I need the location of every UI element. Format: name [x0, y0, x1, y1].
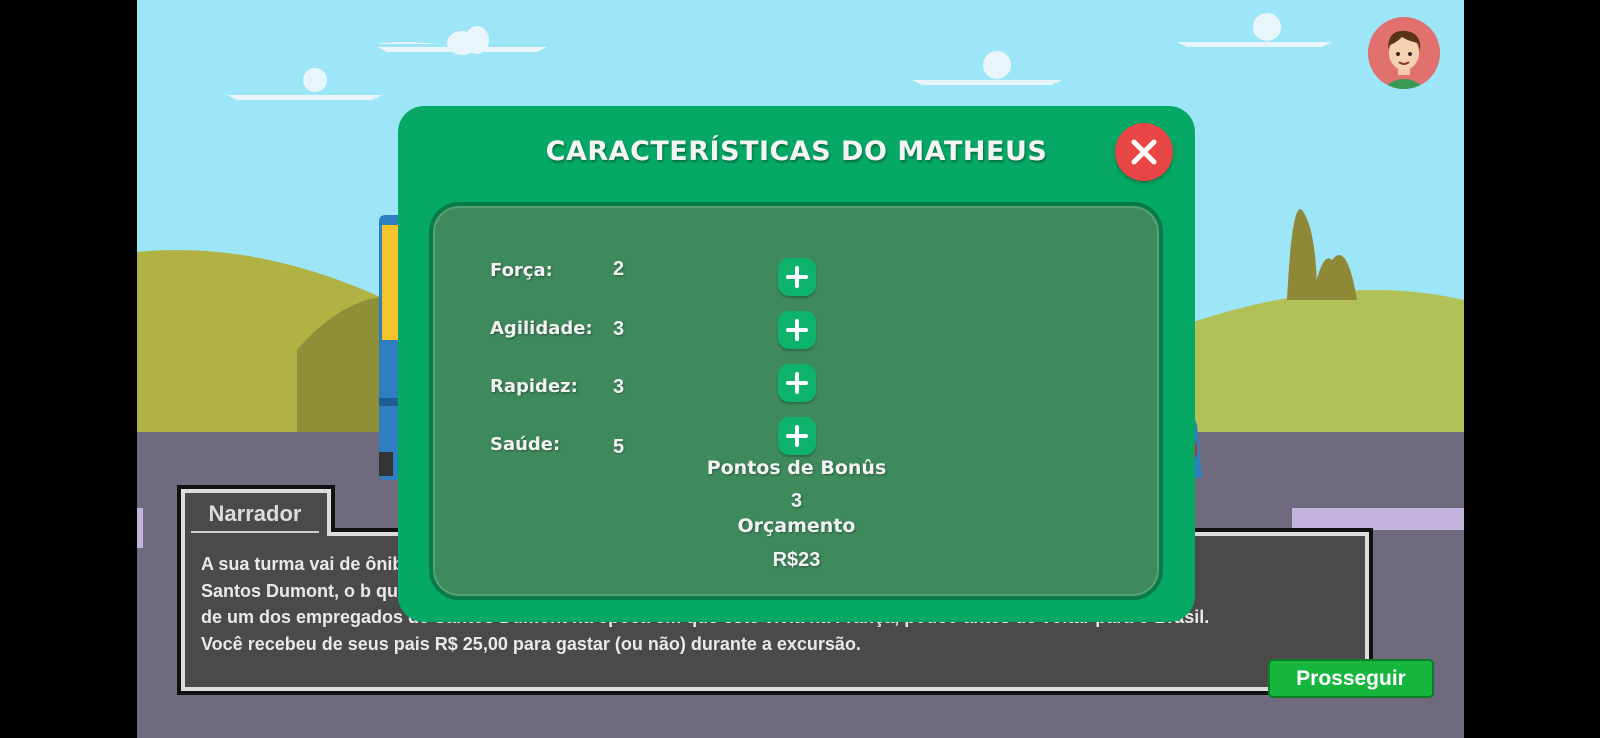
bush	[1287, 209, 1317, 300]
add-rapidez-button[interactable]	[778, 364, 816, 402]
narration-line: Você recebeu de seus pais R$ 25,00 para …	[201, 633, 861, 654]
letterbox-left	[0, 0, 137, 738]
bus-wheel	[379, 452, 393, 476]
stat-label-rapidez: Rapidez:	[490, 376, 578, 397]
right-hill	[1170, 290, 1464, 432]
modal-title: CARACTERÍSTICAS DO MATHEUS	[545, 136, 1048, 167]
plus-icon	[786, 372, 808, 394]
boy-avatar-icon	[1368, 17, 1440, 89]
add-agilidade-button[interactable]	[778, 311, 816, 349]
add-forca-button[interactable]	[778, 258, 816, 296]
bush-2	[1312, 255, 1357, 300]
stat-label-forca: Força:	[490, 260, 553, 281]
bonus-points-label: Pontos de Bonûs	[706, 457, 887, 479]
budget-value: R$23	[772, 549, 821, 571]
player-avatar[interactable]	[1368, 17, 1440, 89]
plus-icon	[786, 319, 808, 341]
continue-button[interactable]: Prosseguir	[1268, 659, 1434, 698]
bonus-points-value: 3	[790, 490, 803, 512]
plus-icon	[786, 425, 808, 447]
narrator-title: Narrador	[191, 497, 319, 533]
characteristics-modal: CARACTERÍSTICAS DO MATHEUS Força: 2 Agil…	[398, 106, 1195, 622]
road-line-left	[137, 508, 143, 548]
stat-value-rapidez: 3	[613, 376, 625, 398]
add-saude-button[interactable]	[778, 417, 816, 455]
budget-label: Orçamento	[737, 515, 856, 537]
clouds	[227, 13, 1332, 100]
stat-value-agilidade: 3	[613, 318, 625, 340]
plus-icon	[786, 266, 808, 288]
letterbox-right	[1464, 0, 1600, 738]
stat-value-forca: 2	[613, 258, 625, 280]
stat-value-saude: 5	[613, 436, 625, 458]
stat-label-saude: Saúde:	[490, 434, 561, 455]
close-button[interactable]	[1115, 123, 1173, 181]
stat-label-agilidade: Agilidade:	[490, 318, 593, 339]
road-line-right	[1292, 508, 1464, 530]
close-icon	[1131, 139, 1157, 165]
